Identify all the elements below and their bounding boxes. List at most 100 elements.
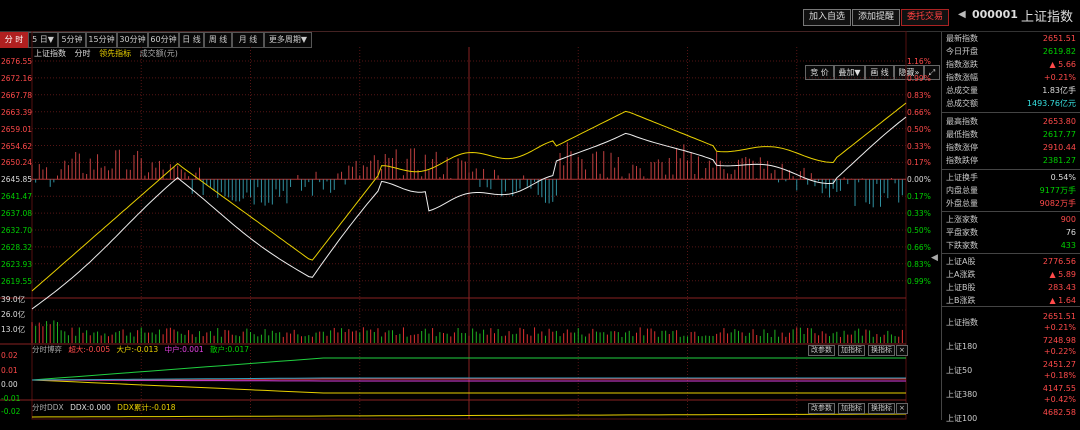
quote-value: 2617.77 [1042, 130, 1076, 139]
sub1-tick: 0.01 [1, 366, 18, 375]
quote-row: 上证换手 0.54% [946, 171, 1076, 184]
price-tick: 2637.08 [1, 209, 33, 218]
divider [942, 253, 1080, 254]
quote-row: 总成交量 1.83亿手 [946, 84, 1076, 97]
trade-button[interactable]: 委托交易 [901, 9, 950, 26]
quote-value: 2910.44 [1042, 143, 1076, 152]
quote-row: 最高指数 2653.80 [946, 115, 1076, 128]
quote-value: 2776.56 [1042, 257, 1076, 266]
pct-tick: 0.83% [907, 91, 931, 100]
pct-tick: 0.50% [907, 125, 931, 134]
quote-label: 上证换手 [946, 173, 978, 182]
price-tick: 2645.85 [1, 175, 33, 184]
index-change: +0.22% [1043, 347, 1076, 356]
quote-row: 外盘总量 9082万手 [946, 197, 1076, 210]
quote-value: 283.43 [1048, 283, 1076, 292]
quote-value: 1493.76亿元 [1026, 99, 1076, 108]
add-alert-button[interactable]: 添加提醒 [852, 9, 901, 26]
index-row[interactable]: 上证50 2451.27 +0.18% [946, 358, 1076, 382]
sub1-close-icon[interactable]: × [896, 345, 908, 356]
sub1-super: 超大:-0.005 [68, 345, 111, 354]
quote-row: 上证A股 2776.56 [946, 255, 1076, 268]
index-change: +0.18% [1043, 371, 1076, 380]
volume-tick: 39.0亿 [1, 295, 26, 304]
pct-tick: 0.66% [907, 243, 931, 252]
stock-code: 000001 [972, 8, 1018, 21]
price-tick: 2676.55 [1, 57, 33, 66]
quote-label: 上A涨跌 [946, 270, 976, 279]
volume-tick: 26.0亿 [1, 310, 26, 319]
pct-tick: 0.50% [907, 226, 931, 235]
quote-value: 900 [1060, 215, 1076, 224]
index-value: 4682.58 [1042, 408, 1076, 417]
price-tick: 2628.32 [1, 243, 33, 252]
add-watchlist-button[interactable]: 加入自选 [803, 9, 852, 26]
stock-name: 上证指数 [1021, 10, 1074, 25]
sub2-title[interactable]: 分时DDX [32, 403, 64, 412]
quote-row: 上涨家数 900 [946, 213, 1076, 226]
quote-label: 今日开盘 [946, 47, 978, 56]
quote-label: 总成交额 [946, 99, 978, 108]
quote-label: 指数涨跌 [946, 60, 978, 69]
price-tick: 2654.62 [1, 142, 33, 151]
quote-label: 下跌家数 [946, 241, 978, 250]
quote-row: 今日开盘 2619.82 [946, 45, 1076, 58]
sub1-title[interactable]: 分时博弈 [32, 345, 62, 354]
sub2-add-indicator-button[interactable]: 加指标 [838, 403, 865, 414]
quote-row: 指数涨幅 +0.21% [946, 71, 1076, 84]
sub1-large: 大户:-0.013 [116, 345, 159, 354]
pct-tick: 0.83% [907, 260, 931, 269]
price-tick: 2623.93 [1, 260, 33, 269]
quote-row: 指数涨停 2910.44 [946, 141, 1076, 154]
index-row[interactable]: 上证380 4147.55 +0.42% [946, 382, 1076, 406]
quote-row: 指数跌停 2381.27 [946, 154, 1076, 167]
quote-value: 2651.51 [1042, 34, 1076, 43]
sub1-params-button[interactable]: 改参数 [808, 345, 835, 356]
sub1-add-indicator-button[interactable]: 加指标 [838, 345, 865, 356]
quote-value: 433 [1060, 241, 1076, 250]
sub1-retail: 散户:0.017 [210, 345, 249, 354]
sub2-close-icon[interactable]: × [896, 403, 908, 414]
sub1-tick: -0.01 [1, 394, 21, 403]
index-row[interactable]: 上证指数 2651.51 +0.21% [946, 310, 1076, 334]
quote-label: 总成交量 [946, 86, 978, 95]
back-arrow-icon[interactable]: ◀ [958, 9, 966, 20]
quote-label: 最高指数 [946, 117, 978, 126]
sub2-params-button[interactable]: 改参数 [808, 403, 835, 414]
sub1-tick: 0.00 [1, 380, 18, 389]
quote-value: ▲ 5.89 [1049, 270, 1076, 279]
quote-label: 平盘家数 [946, 228, 978, 237]
quote-label: 最新指数 [946, 34, 978, 43]
sub1-tick: 0.02 [1, 351, 18, 360]
index-name: 上证100 [946, 414, 978, 423]
divider [942, 112, 1080, 113]
quote-row: 上证B股 283.43 [946, 281, 1076, 294]
sub2-switch-indicator-button[interactable]: 换指标 [868, 403, 895, 414]
quote-label: 外盘总量 [946, 199, 978, 208]
collapse-panel-icon[interactable]: ◀ [931, 253, 938, 263]
quote-label: 最低指数 [946, 130, 978, 139]
sub1-switch-indicator-button[interactable]: 换指标 [868, 345, 895, 356]
quote-row: 内盘总量 9177万手 [946, 184, 1076, 197]
intraday-chart[interactable] [0, 31, 940, 420]
divider [942, 169, 1080, 170]
pct-tick: 0.17% [907, 158, 931, 167]
sub2-ddx-sum: DDX累计:-0.018 [117, 403, 176, 412]
volume-tick: 13.0亿 [1, 325, 26, 334]
quote-value: 9082万手 [1039, 199, 1076, 208]
index-row[interactable]: 上证180 7248.98 +0.22% [946, 334, 1076, 358]
sub2-header: 分时DDX DDX:0.000 DDX累计:-0.018 改参数 加指标 换指标… [32, 403, 908, 414]
quote-value: 2619.82 [1042, 47, 1076, 56]
quote-label: 指数涨停 [946, 143, 978, 152]
quote-value: +0.21% [1043, 73, 1076, 82]
pct-tick: 0.66% [907, 108, 931, 117]
index-name: 上证50 [946, 366, 973, 375]
sub1-medium: 中户:0.001 [164, 345, 204, 354]
price-tick: 2632.70 [1, 226, 33, 235]
index-row[interactable]: 上证100 4682.58 [946, 406, 1076, 430]
pct-tick: 0.33% [907, 209, 931, 218]
sub1-tick: -0.02 [1, 407, 21, 416]
quote-label: 上涨家数 [946, 215, 978, 224]
quote-value: 1.83亿手 [1042, 86, 1076, 95]
quote-value: 2653.80 [1042, 117, 1076, 126]
